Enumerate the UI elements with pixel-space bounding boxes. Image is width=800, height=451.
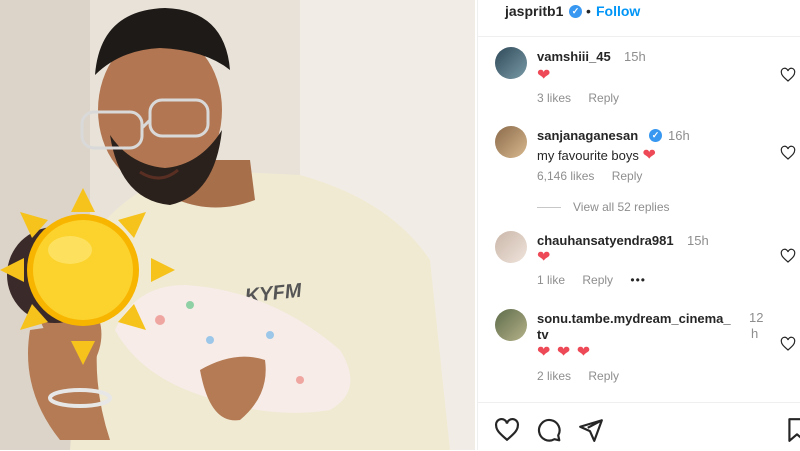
- comment-likes[interactable]: 1 like: [537, 273, 565, 287]
- avatar[interactable]: [495, 47, 527, 79]
- heart-outline-icon[interactable]: [780, 336, 796, 352]
- replies-divider: [537, 207, 561, 208]
- comment-text: ❤: [537, 249, 551, 266]
- follow-button[interactable]: Follow: [596, 3, 640, 19]
- post-actions: [478, 402, 800, 451]
- comment-likes[interactable]: 3 likes: [537, 91, 571, 105]
- heart-emoji: ❤: [642, 147, 656, 164]
- author-handle[interactable]: jaspritb1: [505, 3, 563, 19]
- comment-username[interactable]: sanjanaganesan: [537, 128, 638, 143]
- comment-username[interactable]: chauhansatyendra981: [537, 233, 674, 248]
- avatar[interactable]: [495, 309, 527, 341]
- comment-text: ❤: [537, 67, 551, 84]
- heart-outline-icon[interactable]: [780, 67, 796, 83]
- reply-button[interactable]: Reply: [582, 273, 613, 287]
- comment-username-cont[interactable]: tv: [537, 327, 549, 342]
- view-replies-button[interactable]: View all 52 replies: [573, 200, 670, 214]
- comment-time: 12: [749, 310, 764, 325]
- save-icon[interactable]: [784, 417, 800, 443]
- comments-panel: jaspritb1 ✓ • Follow vamshiii_45 15h ❤ 3…: [477, 0, 800, 450]
- avatar[interactable]: [495, 126, 527, 158]
- verified-icon: ✓: [569, 5, 582, 18]
- comment-username[interactable]: sonu.tambe.mydream_cinema_: [537, 311, 731, 326]
- comment-text: ❤ ❤ ❤: [537, 344, 592, 361]
- comment-likes[interactable]: 2 likes: [537, 369, 571, 383]
- reply-button[interactable]: Reply: [612, 169, 643, 183]
- comment-meta: 2 likes Reply: [537, 369, 633, 383]
- comment-username[interactable]: vamshiii_45: [537, 49, 611, 64]
- verified-icon: ✓: [649, 129, 662, 142]
- comment-time: 16h: [668, 128, 690, 143]
- comment-meta: 6,146 likes Reply: [537, 169, 656, 183]
- heart-icon[interactable]: [494, 417, 520, 443]
- reply-button[interactable]: Reply: [588, 369, 619, 383]
- avatar[interactable]: [495, 231, 527, 263]
- comment-text-body: my favourite boys: [537, 148, 639, 163]
- separator-dot: •: [586, 3, 591, 19]
- post-photo[interactable]: KYFM: [0, 0, 475, 450]
- comment-time-cont: h: [751, 326, 759, 341]
- post-header: jaspritb1 ✓ • Follow: [478, 0, 800, 37]
- heart-outline-icon[interactable]: [780, 145, 796, 161]
- comment-time: 15h: [687, 233, 709, 248]
- comment-likes[interactable]: 6,146 likes: [537, 169, 594, 183]
- comment-meta: 3 likes Reply: [537, 91, 633, 105]
- more-options-icon[interactable]: •••: [630, 273, 646, 287]
- share-icon[interactable]: [578, 417, 604, 443]
- comment-meta: 1 like Reply •••: [537, 273, 660, 287]
- comment-time: 15h: [624, 49, 646, 64]
- comment-text: my favourite boys ❤: [537, 145, 656, 165]
- reply-button[interactable]: Reply: [588, 91, 619, 105]
- heart-outline-icon[interactable]: [780, 248, 796, 264]
- comment-icon[interactable]: [536, 417, 562, 443]
